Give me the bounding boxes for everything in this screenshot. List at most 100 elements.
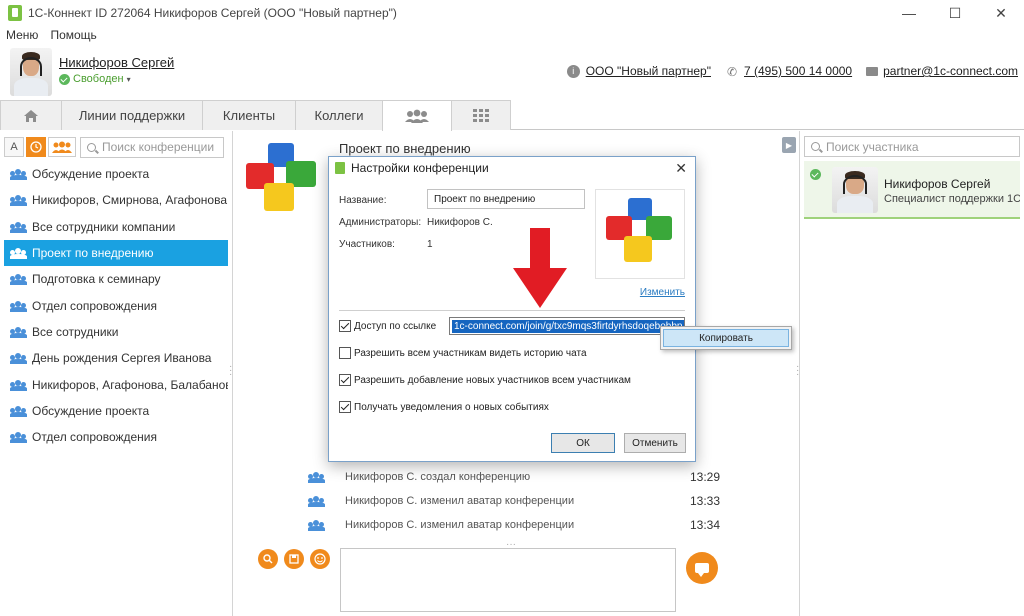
change-avatar-link[interactable]: Изменить (640, 287, 685, 298)
conference-name: Отдел сопровождения (32, 430, 158, 445)
option-row-history[interactable]: Разрешить всем участникам видеть историю… (339, 347, 587, 359)
save-icon (289, 554, 299, 564)
participants-label: Участников: (339, 239, 395, 250)
group-icon (10, 274, 27, 286)
notifications-label: Получать уведомления о новых событиях (354, 401, 549, 413)
menu-item-help[interactable]: Помощь (50, 28, 96, 42)
minimize-button[interactable]: — (886, 0, 932, 26)
conference-list-item[interactable]: Обсуждение проекта (4, 398, 228, 424)
conference-list-item[interactable]: Обсуждение проекта (4, 161, 228, 187)
menu-item-menu[interactable]: Меню (6, 28, 38, 42)
conference-list-item[interactable]: Все сотрудники (4, 319, 228, 345)
conference-list-item[interactable]: Подготовка к семинару (4, 266, 228, 292)
option-row-notifications[interactable]: Получать уведомления о новых событиях (339, 401, 549, 413)
home-icon (24, 109, 38, 122)
sort-recent-button[interactable] (26, 137, 46, 157)
emoji-button[interactable] (310, 549, 330, 569)
send-message-button[interactable] (686, 552, 718, 584)
participant-name: Никифоров Сергей (884, 177, 991, 191)
group-icon (10, 353, 27, 365)
invite-link-field[interactable]: 1c-connect.com/join/g/txc9mqs3firtdyrhsd… (449, 317, 685, 335)
right-splitter-handle[interactable]: · · · (796, 362, 799, 380)
conference-search-input[interactable]: Поиск конференции (80, 136, 224, 158)
add-members-checkbox[interactable] (339, 374, 351, 386)
maximize-button[interactable]: ☐ (932, 0, 978, 26)
participant-item[interactable]: Никифоров Сергей Специалист поддержки 1С (804, 161, 1020, 219)
conference-list-item[interactable]: Отдел сопровождения (4, 292, 228, 318)
history-event-text: Никифоров С. изменил аватар конференции (345, 519, 575, 531)
history-visibility-checkbox[interactable] (339, 347, 351, 359)
chat-bubble-icon (695, 563, 709, 577)
search-icon (811, 142, 820, 151)
conference-name: Никифоров, Агафонова, Балабанов, Ст (32, 377, 228, 392)
conference-list-item[interactable]: Проект по внедрению (4, 239, 228, 267)
conference-list-item[interactable]: Все сотрудники компании (4, 214, 228, 240)
group-icon (10, 326, 27, 338)
link-access-checkbox[interactable] (339, 320, 351, 332)
close-button[interactable]: ✕ (978, 0, 1024, 26)
sort-alpha-button[interactable]: A (4, 137, 24, 157)
invite-link-text: 1c-connect.com/join/g/txc9mqs3firtdyrhsd… (452, 319, 684, 333)
conference-list-item[interactable]: Никифоров, Смирнова, Агафонова, Ми (4, 187, 228, 213)
collapse-right-panel-button[interactable]: ▶ (782, 137, 796, 153)
user-status-dropdown[interactable]: Свободен ▾ (59, 73, 131, 85)
conference-name: Подготовка к семинару (32, 272, 161, 287)
window-title: 1С-Коннект ID 272064 Никифоров Сергей (О… (28, 6, 397, 20)
tab-conferences[interactable] (382, 100, 452, 131)
search-icon (87, 142, 96, 152)
group-icon (10, 300, 27, 312)
conference-avatar (238, 141, 330, 213)
filter-bar: A Поиск конференции (4, 136, 224, 158)
conference-avatar-preview (595, 189, 685, 279)
conference-list-item[interactable]: День рождения Сергея Иванова (4, 345, 228, 371)
group-icon (10, 195, 27, 207)
splitter-handle[interactable]: · · · (229, 362, 232, 380)
conference-name-input[interactable]: Проект по внедрению (427, 189, 585, 209)
conference-list: Обсуждение проекта Никифоров, Смирнова, А… (4, 161, 228, 450)
tab-home[interactable] (0, 100, 62, 130)
history-event: Никифоров С. изменил аватар конференции 1… (308, 513, 720, 537)
participant-search-placeholder: Поиск участника (826, 139, 919, 154)
conference-name: Все сотрудники (32, 324, 119, 339)
conference-list-item[interactable]: Никифоров, Агафонова, Балабанов, Ст (4, 371, 228, 397)
notifications-checkbox[interactable] (339, 401, 351, 413)
phone-link[interactable]: 7 (495) 500 14 0000 (744, 64, 852, 78)
participant-search-input[interactable]: Поиск участника (804, 136, 1020, 157)
grid-icon (473, 108, 489, 122)
tab-clients[interactable]: Клиенты (202, 100, 296, 130)
cancel-button[interactable]: Отменить (624, 433, 686, 453)
input-splitter-handle[interactable]: ··· (506, 540, 516, 550)
history-event-time: 13:29 (689, 470, 720, 484)
tab-support-lines[interactable]: Линии поддержки (61, 100, 203, 130)
history-event-time: 13:33 (689, 494, 720, 508)
tab-colleagues[interactable]: Коллеги (295, 100, 383, 130)
option-row-add-members[interactable]: Разрешить добавление новых участников вс… (339, 374, 631, 386)
search-icon (263, 554, 273, 564)
filter-groups-button[interactable] (48, 137, 76, 157)
conference-name: День рождения Сергея Иванова (32, 351, 212, 366)
email-link[interactable]: partner@1c-connect.com (883, 64, 1018, 78)
dialog-close-button[interactable]: ✕ (675, 160, 687, 177)
group-icon (10, 248, 27, 260)
ok-button[interactable]: ОК (551, 433, 615, 453)
app-logo-icon (335, 162, 345, 174)
app-logo-icon (8, 5, 22, 21)
tab-apps[interactable] (451, 100, 511, 130)
link-access-row[interactable]: Доступ по ссылке (339, 320, 436, 332)
conference-list-item[interactable]: Отдел сопровождения (4, 424, 228, 450)
message-input[interactable] (340, 548, 676, 612)
user-avatar[interactable] (10, 48, 52, 96)
status-online-icon (59, 73, 70, 85)
add-members-label: Разрешить добавление новых участников вс… (354, 374, 631, 386)
copy-menu-item[interactable]: Копировать (663, 329, 789, 347)
history-event: Никифоров С. создал конференцию 13:29 (308, 465, 720, 489)
name-label: Название: (339, 195, 387, 206)
conference-search-placeholder: Поиск конференции (102, 140, 215, 154)
chat-history: Никифоров С. создал конференцию 13:29 Ники… (308, 465, 720, 537)
user-name-link[interactable]: Никифоров Сергей (59, 55, 174, 70)
window-controls: — ☐ ✕ (886, 0, 1024, 26)
company-link[interactable]: ООО "Новый партнер" (586, 64, 711, 78)
search-history-button[interactable] (258, 549, 278, 569)
dialog-body: Название: Проект по внедрению Администра… (329, 179, 695, 461)
attach-file-button[interactable] (284, 549, 304, 569)
